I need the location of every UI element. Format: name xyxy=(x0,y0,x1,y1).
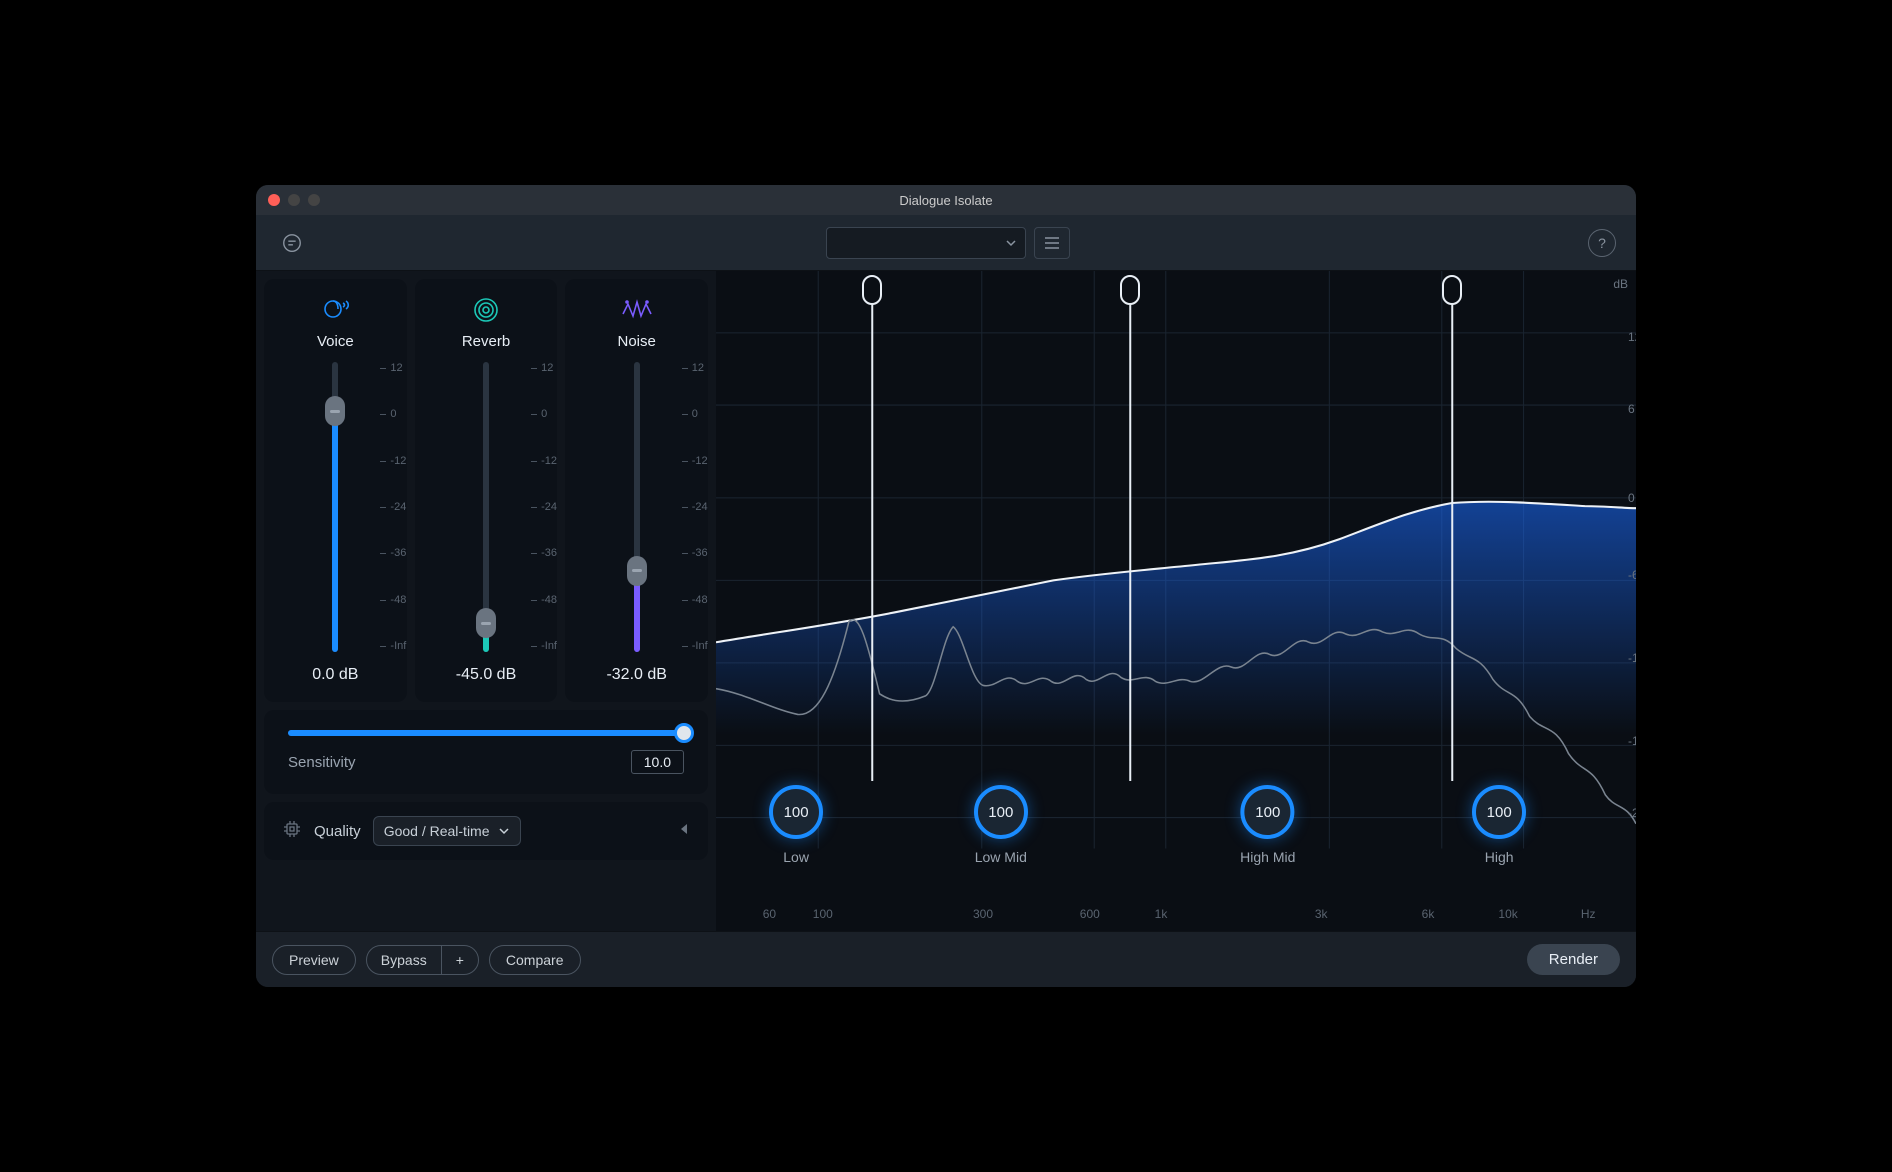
titlebar: Dialogue Isolate xyxy=(256,185,1636,215)
band-divider-2[interactable] xyxy=(1129,301,1131,781)
window-title: Dialogue Isolate xyxy=(899,193,992,208)
band-knobs: 100 Low 100 Low Mid 100 High Mid 100 Hig… xyxy=(716,785,1606,905)
bypass-button[interactable]: Bypass xyxy=(367,946,442,974)
app-window: Dialogue Isolate ? xyxy=(256,185,1636,987)
main-content: Voice 12 0 -12 -24 -36 -48 xyxy=(256,271,1636,931)
noise-slider[interactable]: 12 0 -12 -24 -36 -48 -Inf xyxy=(602,362,672,652)
band-divider-3[interactable] xyxy=(1451,301,1453,781)
freq-axis: 60 100 300 600 1k 3k 6k 10k Hz xyxy=(716,907,1606,923)
noise-label: Noise xyxy=(618,333,656,350)
cpu-icon xyxy=(282,819,302,844)
band-low-mid-knob[interactable]: 100 xyxy=(974,785,1028,839)
band-handle-3[interactable] xyxy=(1442,275,1462,305)
traffic-lights xyxy=(268,194,320,206)
quality-selected: Good / Real-time xyxy=(384,823,490,839)
top-toolbar: ? xyxy=(256,215,1636,271)
help-button[interactable]: ? xyxy=(1588,229,1616,257)
preset-menu-button[interactable] xyxy=(1034,227,1070,259)
compare-button[interactable]: Compare xyxy=(489,945,581,975)
footer-bar: Preview Bypass + Compare Render xyxy=(256,931,1636,987)
reverb-icon xyxy=(471,293,501,327)
voice-value: 0.0 dB xyxy=(312,666,358,684)
module-sliders-row: Voice 12 0 -12 -24 -36 -48 xyxy=(264,279,708,702)
preset-dropdown[interactable] xyxy=(826,227,1026,259)
preview-button[interactable]: Preview xyxy=(272,945,356,975)
band-low: 100 Low xyxy=(769,785,823,865)
voice-slider-ticks: 12 0 -12 -24 -36 -48 -Inf xyxy=(390,362,406,652)
chevron-down-icon xyxy=(498,825,510,837)
collapse-button[interactable] xyxy=(678,822,690,841)
band-low-mid: 100 Low Mid xyxy=(974,785,1028,865)
reverb-slider-ticks: 12 0 -12 -24 -36 -48 -Inf xyxy=(541,362,557,652)
spectrum-display[interactable]: dB 12 6 0 -6 -12 -18 -24 100 Low 100 Low… xyxy=(716,271,1636,931)
band-handle-2[interactable] xyxy=(1120,275,1140,305)
quality-dropdown[interactable]: Good / Real-time xyxy=(373,816,521,846)
band-handle-1[interactable] xyxy=(862,275,882,305)
band-low-knob[interactable]: 100 xyxy=(769,785,823,839)
minimize-window-button[interactable] xyxy=(288,194,300,206)
bypass-group: Bypass + xyxy=(366,945,479,975)
render-button[interactable]: Render xyxy=(1527,944,1620,975)
reverb-module: Reverb 12 0 -12 -24 -36 -48 xyxy=(415,279,558,702)
hamburger-icon xyxy=(1044,236,1060,250)
band-divider-1[interactable] xyxy=(872,301,874,781)
quality-label: Quality xyxy=(314,823,361,840)
band-high-mid: 100 High Mid xyxy=(1240,785,1295,865)
reverb-value: -45.0 dB xyxy=(456,666,516,684)
voice-slider[interactable]: 12 0 -12 -24 -36 -48 -Inf xyxy=(300,362,370,652)
quality-panel: Quality Good / Real-time xyxy=(264,802,708,860)
band-high-knob[interactable]: 100 xyxy=(1472,785,1526,839)
close-window-button[interactable] xyxy=(268,194,280,206)
sensitivity-slider[interactable] xyxy=(288,730,684,736)
reverb-slider[interactable]: 12 0 -12 -24 -36 -48 -Inf xyxy=(451,362,521,652)
zoom-window-button[interactable] xyxy=(308,194,320,206)
sensitivity-value[interactable]: 10.0 xyxy=(631,750,684,774)
noise-value: -32.0 dB xyxy=(606,666,666,684)
noise-module: Noise 12 0 -12 -24 -36 -48 xyxy=(565,279,708,702)
bypass-add-button[interactable]: + xyxy=(442,946,478,974)
band-high: 100 High xyxy=(1472,785,1526,865)
sensitivity-panel: Sensitivity 10.0 xyxy=(264,710,708,794)
voice-module: Voice 12 0 -12 -24 -36 -48 xyxy=(264,279,407,702)
sensitivity-label: Sensitivity xyxy=(288,754,356,771)
band-high-mid-knob[interactable]: 100 xyxy=(1241,785,1295,839)
reverb-label: Reverb xyxy=(462,333,510,350)
noise-icon xyxy=(621,293,653,327)
chat-icon[interactable] xyxy=(276,227,308,259)
voice-label: Voice xyxy=(317,333,354,350)
voice-icon xyxy=(320,293,350,327)
chevron-down-icon xyxy=(1005,237,1017,249)
controls-panel: Voice 12 0 -12 -24 -36 -48 xyxy=(256,271,716,931)
noise-slider-ticks: 12 0 -12 -24 -36 -48 -Inf xyxy=(692,362,708,652)
